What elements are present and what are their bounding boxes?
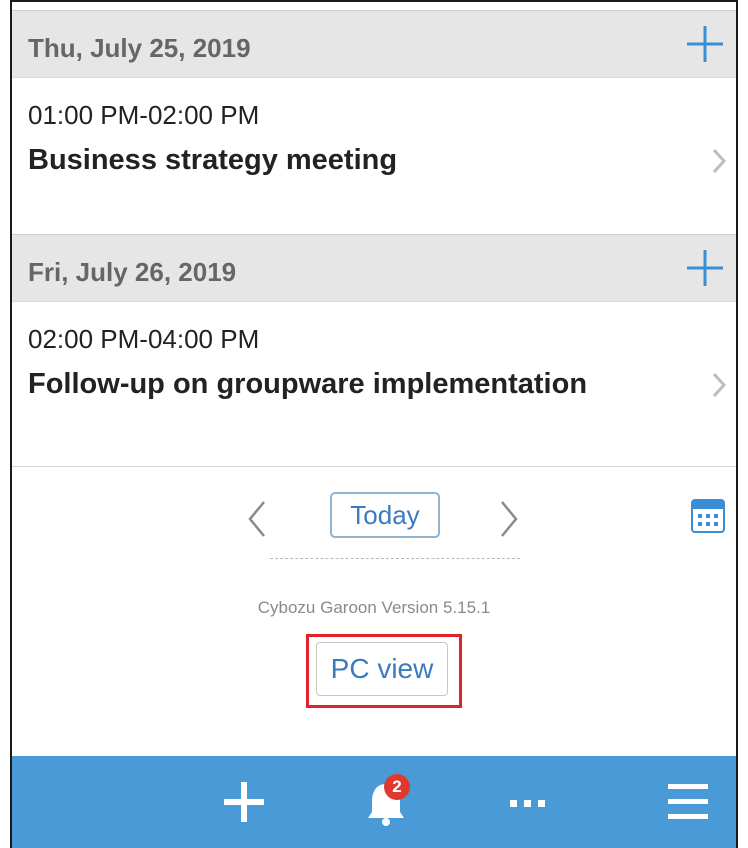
day-header-jul-25: Thu, July 25, 2019	[12, 10, 736, 78]
event-time: 02:00 PM-04:00 PM	[28, 324, 260, 354]
date-navigation: Today	[12, 492, 736, 554]
chevron-right-icon	[712, 372, 727, 398]
pc-view-button[interactable]: PC view	[316, 642, 448, 696]
notification-badge: 2	[384, 774, 410, 800]
add-event-button[interactable]	[682, 245, 728, 291]
day-date: Thu, July 25, 2019	[28, 33, 251, 63]
next-button[interactable]	[494, 496, 524, 542]
schedule-screen: Thu, July 25, 2019 01:00 PM-02:00 PM Bus…	[10, 0, 738, 848]
dashed-divider	[270, 558, 520, 559]
plus-icon	[224, 782, 264, 822]
event-title: Follow-up on groupware implementation	[28, 368, 588, 400]
plus-icon	[687, 250, 723, 286]
day-header-jul-26: Fri, July 26, 2019	[12, 234, 736, 302]
chevron-left-icon	[248, 501, 265, 537]
menu-icon	[668, 784, 708, 819]
menu-button[interactable]	[660, 774, 716, 830]
add-button[interactable]	[216, 774, 272, 830]
calendar-icon	[691, 499, 725, 533]
divider	[12, 466, 736, 467]
more-button[interactable]	[500, 774, 556, 830]
notifications-button[interactable]: 2	[358, 774, 414, 830]
event-item[interactable]: 01:00 PM-02:00 PM Business strategy meet…	[12, 78, 736, 208]
bottom-toolbar: 2	[12, 756, 736, 848]
today-button[interactable]: Today	[330, 492, 440, 538]
previous-button[interactable]	[242, 496, 272, 542]
chevron-right-icon	[501, 501, 518, 537]
plus-icon	[687, 26, 723, 62]
chevron-right-icon	[712, 148, 727, 174]
event-title: Business strategy meeting	[28, 144, 398, 176]
add-event-button[interactable]	[682, 21, 728, 67]
event-item[interactable]: 02:00 PM-04:00 PM Follow-up on groupware…	[12, 302, 736, 432]
version-text: Cybozu Garoon Version 5.15.1	[257, 598, 491, 617]
event-time: 01:00 PM-02:00 PM	[28, 100, 260, 130]
more-icon	[510, 800, 545, 807]
calendar-button[interactable]	[690, 496, 726, 534]
day-date: Fri, July 26, 2019	[28, 257, 237, 287]
